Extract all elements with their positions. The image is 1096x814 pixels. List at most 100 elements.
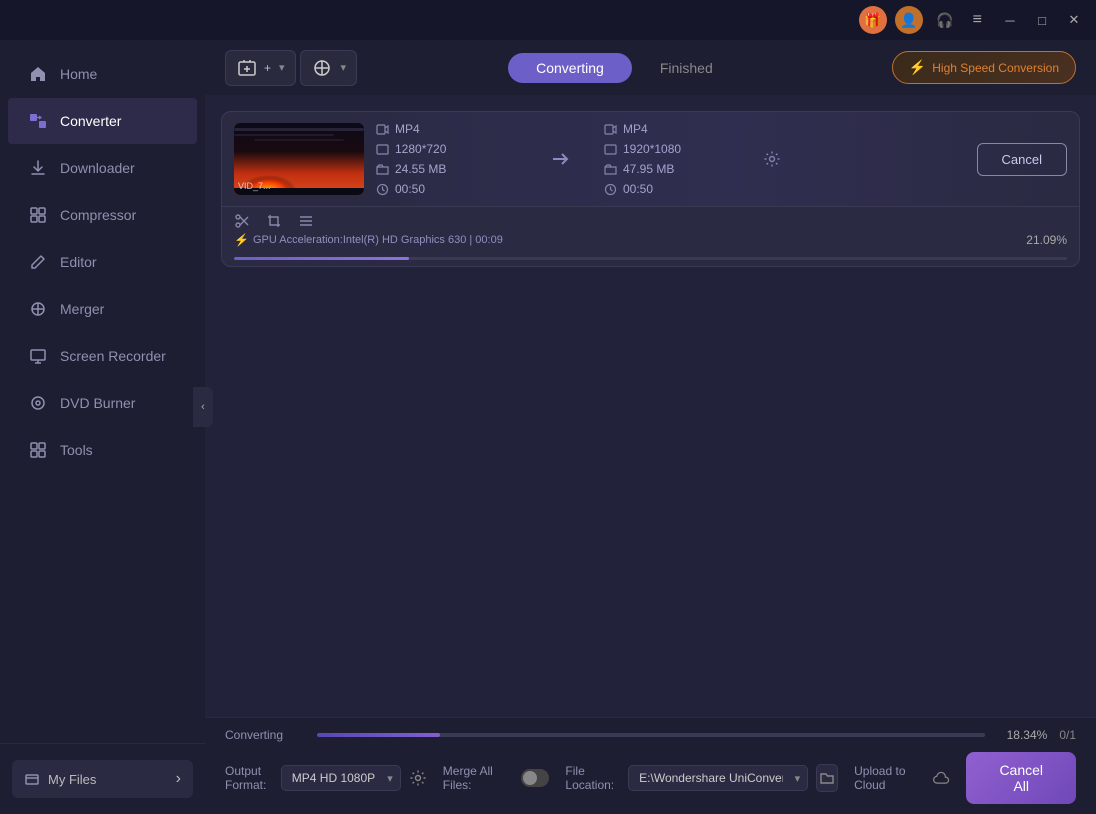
target-format-row: MP4 [604, 122, 744, 136]
collapse-icon: ‹ [201, 401, 205, 413]
titlebar: 🎁 👤 🎧 ≡ ─ □ ✕ [0, 0, 1096, 40]
clock-icon-target [604, 183, 617, 196]
window-controls: ─ □ ✕ [996, 6, 1088, 34]
overall-progress-bar [317, 733, 985, 737]
sidebar-item-converter[interactable]: Converter [8, 98, 197, 144]
sidebar-nav: Home Converter [0, 40, 205, 743]
maximize-button[interactable]: □ [1028, 6, 1056, 34]
tabs: Converting Finished [369, 53, 880, 83]
bolt-gpu-icon: ⚡ [234, 233, 249, 247]
downloader-icon [28, 158, 48, 178]
sidebar-item-tools[interactable]: Tools [8, 427, 197, 473]
sidebar-item-home-label: Home [60, 66, 97, 82]
content-area: + ▾ ▾ Converting Finished [205, 40, 1096, 814]
file-card-top: VID_7... MP4 [222, 112, 1079, 206]
source-duration-row: 00:50 [376, 182, 516, 196]
overall-percent: 18.34% [997, 728, 1047, 742]
overall-count: 0/1 [1059, 728, 1076, 742]
merge-files-label: Merge All Files: [443, 764, 513, 792]
cancel-file-button[interactable]: Cancel [977, 143, 1067, 176]
target-size-row: 47.95 MB [604, 162, 744, 176]
cancel-all-button[interactable]: Cancel All [966, 752, 1076, 804]
file-card: VID_7... MP4 [221, 111, 1080, 267]
folder-icon-source [376, 163, 389, 176]
merge-files-field: Merge All Files: [443, 764, 550, 792]
list-icon[interactable] [298, 213, 314, 229]
source-size-row: 24.55 MB [376, 162, 516, 176]
file-location-input[interactable] [628, 765, 808, 791]
headset-icon[interactable]: 🎧 [931, 6, 959, 34]
my-files-label: My Files [48, 772, 96, 787]
menu-icon[interactable]: ≡ [967, 7, 988, 33]
format-settings-icon[interactable] [409, 769, 427, 787]
sidebar-item-dvd-burner-label: DVD Burner [60, 395, 135, 411]
convert-arrow [528, 147, 592, 171]
screen-recorder-icon [28, 346, 48, 366]
browse-folder-button[interactable] [816, 764, 838, 792]
tab-finished[interactable]: Finished [632, 53, 741, 83]
sidebar-item-editor-label: Editor [60, 254, 97, 270]
close-button[interactable]: ✕ [1060, 6, 1088, 34]
target-format: MP4 [623, 122, 648, 136]
sidebar-item-merger-label: Merger [60, 301, 104, 317]
tools-icon [28, 440, 48, 460]
target-meta: MP4 1920*1080 [604, 122, 744, 196]
crop-icon[interactable] [266, 213, 282, 229]
main-layout: Home Converter [0, 40, 1096, 814]
clock-icon-source [376, 183, 389, 196]
converter-icon [28, 111, 48, 131]
target-resolution-row: 1920*1080 [604, 142, 744, 156]
sidebar-item-dvd-burner[interactable]: DVD Burner [8, 380, 197, 426]
minimize-button[interactable]: ─ [996, 6, 1024, 34]
sidebar-item-screen-recorder[interactable]: Screen Recorder [8, 333, 197, 379]
my-files-button[interactable]: My Files › [12, 760, 193, 798]
gift-icon[interactable]: 🎁 [859, 6, 887, 34]
source-format-row: MP4 [376, 122, 516, 136]
video-icon [376, 123, 389, 136]
output-format-select[interactable]: MP4 HD 1080P MP4 HD 720P AVI MOV MKV [281, 765, 401, 791]
overall-progress-row: Converting 18.34% 0/1 [225, 728, 1076, 742]
merge-files-toggle[interactable] [521, 769, 550, 787]
file-location-field: File Location: [565, 764, 838, 792]
sidebar-footer: My Files › [0, 743, 205, 814]
sidebar-item-downloader[interactable]: Downloader [8, 145, 197, 191]
high-speed-label: High Speed Conversion [932, 61, 1059, 75]
sidebar-item-merger[interactable]: Merger [8, 286, 197, 332]
editor-icon [28, 252, 48, 272]
add-url-icon [311, 57, 333, 79]
file-location-label: File Location: [565, 764, 620, 792]
bottom-controls: Output Format: MP4 HD 1080P MP4 HD 720P … [225, 752, 1076, 804]
source-resolution: 1280*720 [395, 142, 446, 156]
sidebar-item-converter-label: Converter [60, 113, 121, 129]
sidebar-collapse-button[interactable]: ‹ [193, 387, 213, 427]
resolution-icon-target [604, 143, 617, 156]
sidebar-item-screen-recorder-label: Screen Recorder [60, 348, 166, 364]
source-resolution-row: 1280*720 [376, 142, 516, 156]
target-duration: 00:50 [623, 182, 653, 196]
tab-converting[interactable]: Converting [508, 53, 632, 83]
sidebar-item-tools-label: Tools [60, 442, 93, 458]
thumbnail-label: VID_7... [238, 181, 271, 191]
upload-to-cloud-field[interactable]: Upload to Cloud [854, 764, 950, 792]
source-size: 24.55 MB [395, 162, 446, 176]
high-speed-conversion-button[interactable]: ⚡ High Speed Conversion [892, 51, 1076, 84]
cut-icon[interactable] [234, 213, 250, 229]
file-list-area: VID_7... MP4 [205, 95, 1096, 717]
add-file-label: + [264, 61, 271, 75]
home-icon [28, 64, 48, 84]
sidebar-item-home[interactable]: Home [8, 51, 197, 97]
user-icon[interactable]: 👤 [895, 6, 923, 34]
bolt-icon: ⚡ [909, 59, 926, 76]
overall-progress-fill [317, 733, 440, 737]
upload-cloud-label: Upload to Cloud [854, 764, 927, 792]
toolbar: + ▾ ▾ Converting Finished [205, 40, 1096, 95]
add-file-dropdown-icon: ▾ [279, 61, 285, 74]
add-url-button[interactable]: ▾ [300, 50, 358, 86]
sidebar-item-compressor[interactable]: Compressor [8, 192, 197, 238]
add-file-button[interactable]: + ▾ [225, 50, 296, 86]
file-thumbnail: VID_7... [234, 123, 364, 195]
file-settings-button[interactable] [756, 143, 788, 175]
sidebar-item-editor[interactable]: Editor [8, 239, 197, 285]
my-files-arrow-icon: › [176, 770, 181, 788]
resolution-icon [376, 143, 389, 156]
